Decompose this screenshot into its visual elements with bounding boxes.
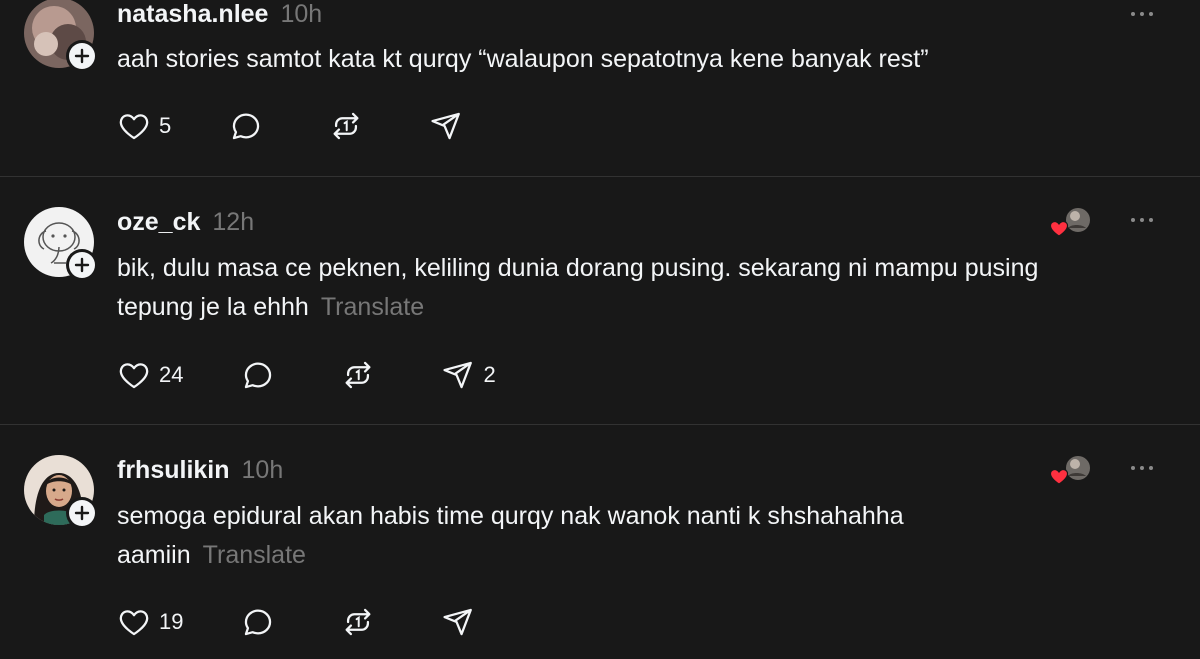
follow-button[interactable]: [66, 40, 98, 72]
post-text: aah stories samtot kata kt qurqy “walaup…: [117, 45, 929, 73]
action-bar: 24 2: [117, 355, 554, 395]
ellipsis-icon: [1131, 218, 1135, 222]
action-bar: 19: [117, 602, 541, 642]
ellipsis-icon: [1131, 466, 1135, 470]
heart-icon: [1049, 468, 1069, 485]
post-text: semoga epidural akan habis time qurqy na…: [117, 502, 904, 569]
send-icon: [443, 608, 473, 636]
comment-button[interactable]: [241, 605, 283, 639]
more-options-button[interactable]: [1124, 458, 1160, 478]
comment-bubble-icon: [245, 362, 272, 389]
repost-button[interactable]: [341, 358, 383, 392]
plus-icon: [74, 257, 90, 273]
plus-icon: [74, 505, 90, 521]
timestamp[interactable]: 12h: [212, 208, 254, 237]
share-button[interactable]: 2: [441, 358, 496, 392]
share-button[interactable]: [441, 605, 483, 639]
action-bar: 5: [117, 106, 529, 146]
send-icon: [443, 361, 473, 389]
post-text: bik, dulu masa ce peknen, keliling dunia…: [117, 254, 1039, 321]
repost-icon: [346, 361, 371, 389]
divider: [0, 424, 1200, 425]
ellipsis-icon: [1131, 12, 1135, 16]
like-count: 5: [159, 113, 172, 138]
like-count: 19: [159, 609, 184, 634]
timestamp[interactable]: 10h: [280, 0, 322, 29]
send-icon: [431, 112, 461, 140]
more-options-button[interactable]: [1124, 4, 1160, 24]
repost-button[interactable]: [341, 605, 383, 639]
liked-by-author-indicator[interactable]: [1048, 204, 1096, 240]
heart-icon: [119, 363, 149, 389]
like-button[interactable]: 5: [117, 109, 171, 143]
heart-icon: [119, 114, 149, 140]
repost-button[interactable]: [329, 109, 371, 143]
comment-bubble-icon: [233, 113, 260, 140]
like-button[interactable]: 19: [117, 605, 183, 639]
plus-icon: [74, 48, 90, 64]
comment-button[interactable]: [229, 109, 271, 143]
comment-bubble-icon: [245, 609, 272, 636]
share-button[interactable]: [429, 109, 471, 143]
liked-by-author-indicator[interactable]: [1048, 452, 1096, 488]
like-button[interactable]: 24: [117, 358, 183, 392]
heart-icon: [119, 610, 149, 636]
divider: [0, 176, 1200, 177]
translate-link[interactable]: Translate: [321, 293, 424, 321]
translate-link[interactable]: Translate: [203, 541, 306, 569]
timestamp[interactable]: 10h: [242, 456, 284, 485]
username[interactable]: frhsulikin: [117, 456, 230, 485]
username[interactable]: natasha.nlee: [117, 0, 268, 29]
follow-button[interactable]: [66, 249, 98, 281]
username[interactable]: oze_ck: [117, 208, 200, 237]
share-count: 2: [483, 362, 496, 387]
follow-button[interactable]: [66, 497, 98, 529]
repost-icon: [346, 608, 371, 636]
more-options-button[interactable]: [1124, 210, 1160, 230]
repost-icon: [333, 112, 359, 140]
comment-button[interactable]: [241, 358, 283, 392]
heart-icon: [1049, 220, 1069, 237]
like-count: 24: [159, 362, 184, 387]
